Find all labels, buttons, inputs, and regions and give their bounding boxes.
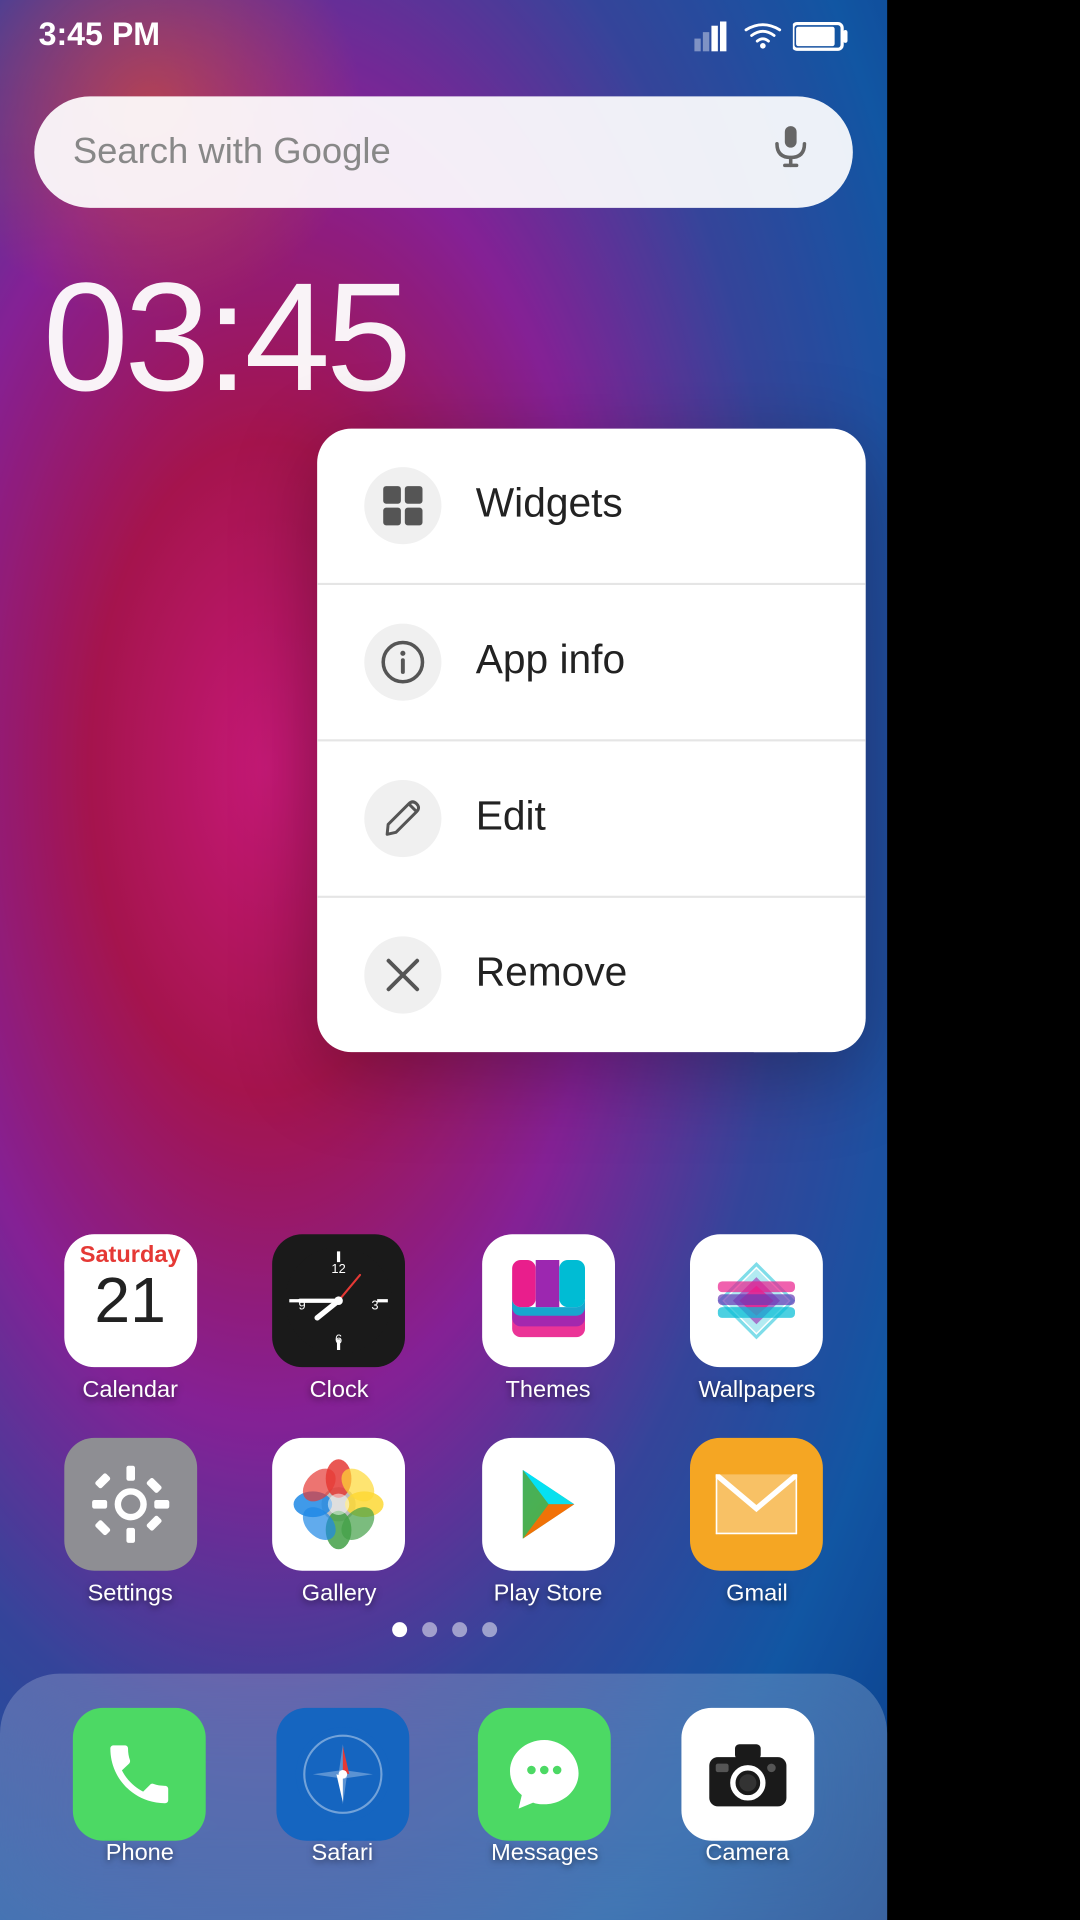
- app-info-label: App info: [476, 639, 625, 686]
- dock-camera[interactable]: Camera: [659, 1707, 835, 1866]
- edit-label: Edit: [476, 795, 546, 842]
- dock-safari[interactable]: Safari: [254, 1707, 430, 1866]
- app-row-1: Saturday 21 Calendar 12 3 6 9: [26, 1234, 862, 1403]
- playstore-icon: [482, 1438, 615, 1571]
- clock-widget-time: 03:45: [43, 253, 408, 424]
- wallpapers-label: Wallpapers: [698, 1378, 815, 1404]
- wifi-icon: [744, 20, 783, 50]
- calendar-icon: Saturday 21: [64, 1234, 197, 1367]
- messages-icon: [478, 1707, 611, 1840]
- menu-item-remove[interactable]: Remove: [317, 898, 866, 1052]
- app-grid: Saturday 21 Calendar 12 3 6 9: [0, 1234, 887, 1641]
- app-info-icon: [364, 624, 441, 701]
- app-clock[interactable]: 12 3 6 9 Clock: [251, 1234, 427, 1403]
- safari-label: Safari: [312, 1840, 374, 1866]
- page-dot-4[interactable]: [481, 1622, 496, 1637]
- calendar-date: 21: [94, 1271, 166, 1335]
- dock: Phone Safari: [0, 1674, 887, 1920]
- dock-messages[interactable]: Messages: [457, 1707, 633, 1866]
- search-bar[interactable]: Search with Google: [34, 96, 853, 207]
- phone-label: Phone: [106, 1840, 174, 1866]
- app-settings[interactable]: Settings: [42, 1438, 218, 1607]
- menu-item-edit[interactable]: Edit: [317, 741, 866, 897]
- gmail-icon: [691, 1438, 824, 1571]
- camera-label: Camera: [705, 1840, 789, 1866]
- themes-label: Themes: [505, 1378, 590, 1404]
- phone-icon: [73, 1707, 206, 1840]
- clock-label: Clock: [310, 1378, 369, 1404]
- page-dots: [0, 1622, 887, 1637]
- app-playstore[interactable]: Play Store: [460, 1438, 636, 1607]
- gallery-label: Gallery: [302, 1581, 377, 1607]
- search-placeholder: Search with Google: [73, 131, 391, 174]
- wallpapers-icon: [691, 1234, 824, 1367]
- themes-icon: [482, 1234, 615, 1367]
- calendar-day-name: Saturday: [64, 1234, 197, 1270]
- menu-item-widgets[interactable]: Widgets: [317, 429, 866, 585]
- settings-label: Settings: [88, 1581, 173, 1607]
- remove-icon: [364, 936, 441, 1013]
- dock-phone[interactable]: Phone: [52, 1707, 228, 1866]
- svg-text:12: 12: [332, 1261, 346, 1276]
- app-themes[interactable]: Themes: [460, 1234, 636, 1403]
- status-time: 3:45 PM: [39, 17, 161, 53]
- gallery-icon: [273, 1438, 406, 1571]
- page-dot-1[interactable]: [391, 1622, 406, 1637]
- app-gmail[interactable]: Gmail: [669, 1438, 845, 1607]
- context-menu: Widgets App info Edit R: [317, 429, 866, 1053]
- app-row-2: Settings Gallery: [26, 1438, 862, 1607]
- app-calendar[interactable]: Saturday 21 Calendar: [42, 1234, 218, 1403]
- camera-icon: [681, 1707, 814, 1840]
- calendar-label: Calendar: [82, 1378, 178, 1404]
- clock-icon: 12 3 6 9: [273, 1234, 406, 1367]
- app-gallery[interactable]: Gallery: [251, 1438, 427, 1607]
- page-dot-3[interactable]: [451, 1622, 466, 1637]
- settings-icon: [64, 1438, 197, 1571]
- playstore-label: Play Store: [494, 1581, 603, 1607]
- status-right: [694, 20, 848, 50]
- svg-text:6: 6: [336, 1332, 343, 1347]
- mic-icon[interactable]: [767, 122, 814, 182]
- battery-icon: [793, 20, 849, 50]
- svg-text:3: 3: [372, 1297, 379, 1312]
- messages-label: Messages: [491, 1840, 598, 1866]
- safari-icon: [276, 1707, 409, 1840]
- widgets-label: Widgets: [476, 482, 623, 529]
- page-dot-2[interactable]: [421, 1622, 436, 1637]
- clock-widget: 03:45: [43, 251, 887, 427]
- signal-icon: [694, 20, 733, 50]
- menu-item-app-info[interactable]: App info: [317, 585, 866, 741]
- gmail-label: Gmail: [726, 1581, 788, 1607]
- app-wallpapers[interactable]: Wallpapers: [669, 1234, 845, 1403]
- remove-label: Remove: [476, 951, 628, 998]
- status-bar: 3:45 PM: [0, 0, 887, 62]
- edit-icon: [364, 780, 441, 857]
- widgets-icon: [364, 467, 441, 544]
